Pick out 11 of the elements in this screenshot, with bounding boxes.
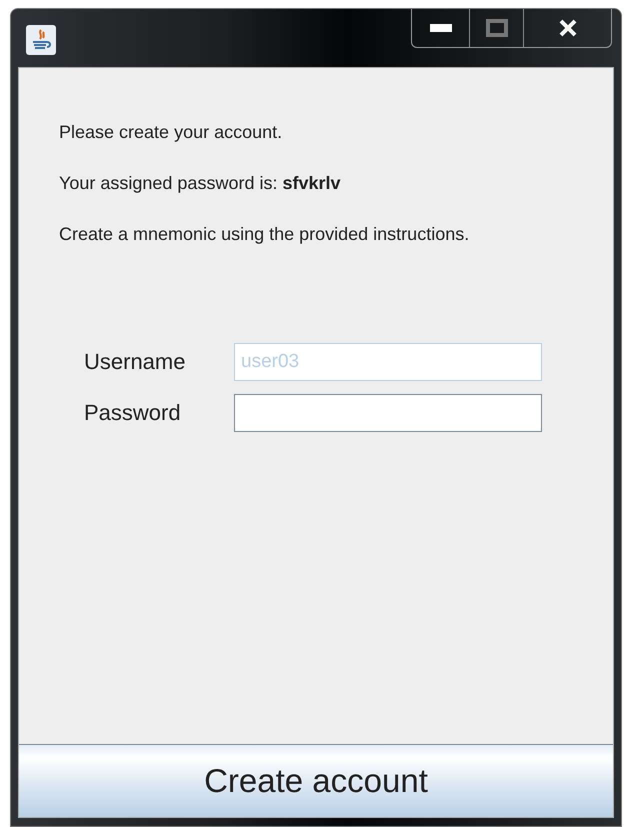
message-text: Create a mnemonic using the provided instructions. xyxy=(59,223,470,246)
coffee-cup-icon xyxy=(26,25,56,55)
field-label: Username xyxy=(84,349,186,375)
minimize-icon xyxy=(430,24,452,32)
create-account-button[interactable]: Create account xyxy=(19,744,613,817)
message-text: Please create your account. xyxy=(59,121,284,144)
password-field[interactable] xyxy=(234,394,542,432)
field-label: Password xyxy=(84,400,182,426)
close-icon xyxy=(558,19,576,37)
maximize-icon xyxy=(486,19,508,37)
message-text: Your assigned password is: sfvkrlv xyxy=(59,172,342,195)
